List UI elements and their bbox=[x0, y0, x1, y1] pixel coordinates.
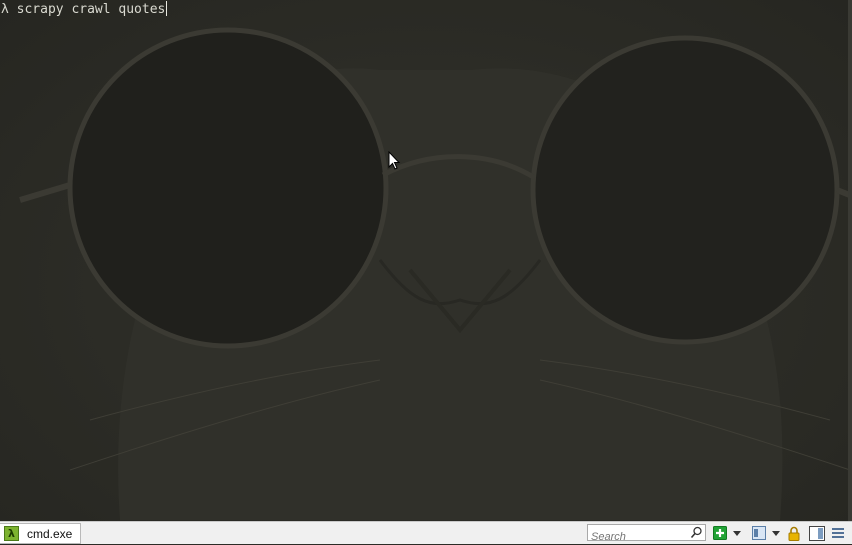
status-bar: λ cmd.exe bbox=[0, 521, 852, 545]
background-image bbox=[19, 27, 852, 520]
search-input[interactable] bbox=[588, 529, 691, 545]
prompt-symbol: λ bbox=[1, 2, 9, 17]
lambda-icon: λ bbox=[4, 526, 19, 541]
menu-icon[interactable] bbox=[830, 525, 846, 541]
text-caret bbox=[166, 1, 168, 16]
tab-label: cmd.exe bbox=[27, 526, 73, 541]
lock-icon[interactable] bbox=[787, 525, 801, 541]
tab-cmd[interactable]: λ cmd.exe bbox=[0, 523, 81, 544]
dropdown-arrow-icon[interactable] bbox=[770, 525, 782, 541]
view-icon[interactable] bbox=[751, 525, 766, 541]
mouse-cursor-icon bbox=[388, 151, 401, 170]
scrollbar[interactable] bbox=[848, 0, 852, 521]
command-text: scrapy crawl quotes bbox=[16, 2, 166, 17]
dropdown-arrow-icon[interactable] bbox=[731, 525, 743, 541]
panel-icon[interactable] bbox=[808, 525, 825, 541]
command-line[interactable]: λ scrapy crawl quotes bbox=[1, 1, 168, 18]
terminal-area[interactable]: λ scrapy crawl quotes bbox=[0, 0, 852, 521]
search-icon[interactable] bbox=[690, 526, 703, 539]
add-icon[interactable] bbox=[712, 525, 727, 541]
search-box bbox=[587, 524, 706, 545]
